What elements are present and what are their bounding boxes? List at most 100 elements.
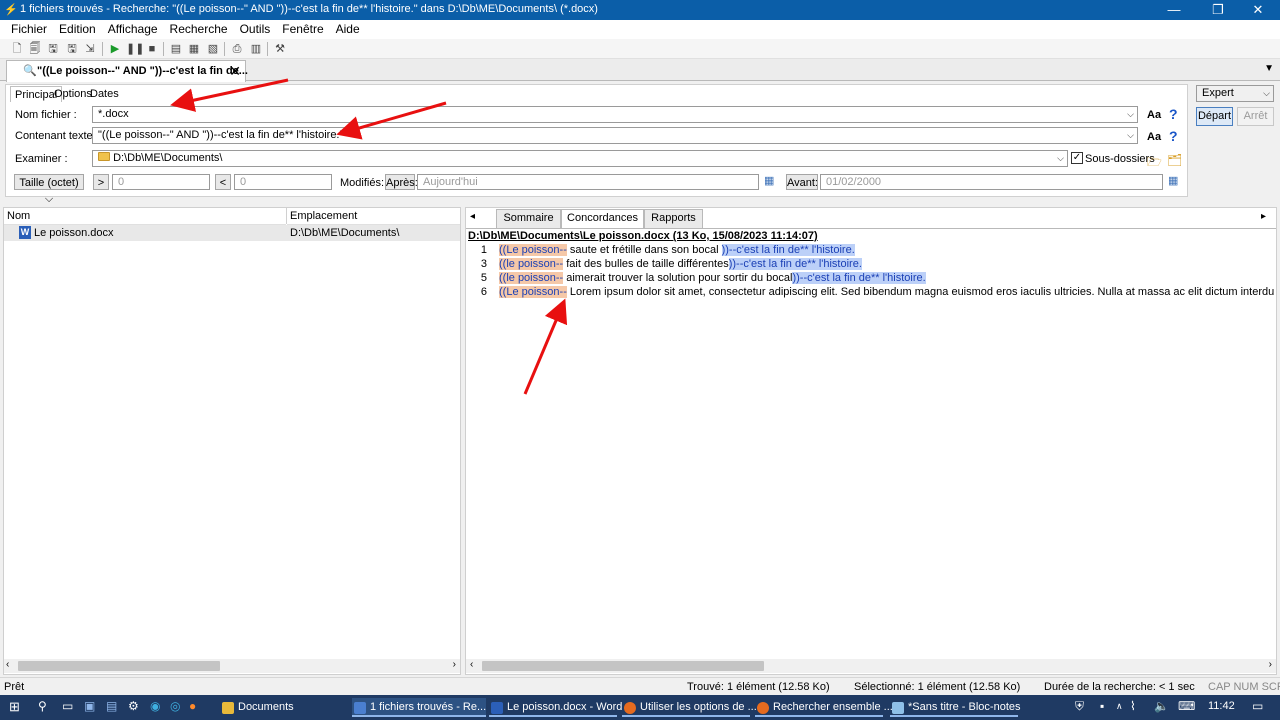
save-as-icon[interactable]: 🖫 xyxy=(45,41,61,57)
tab-list-chevron-icon[interactable]: ▼ xyxy=(1264,63,1274,74)
word-file-icon: W xyxy=(19,226,31,239)
taskbar-item-notepad[interactable]: *Sans titre - Bloc-notes xyxy=(890,698,1021,717)
preview-icon[interactable]: ▥ xyxy=(248,41,264,57)
chevron-down-icon: ⌵ xyxy=(1127,109,1134,119)
edge-icon[interactable]: ◎ xyxy=(170,699,180,713)
help-icon[interactable]: ? xyxy=(1169,128,1178,144)
export-icon[interactable]: ⇲ xyxy=(82,41,98,57)
tab-sommaire[interactable]: Sommaire xyxy=(496,209,561,228)
case-sensitive-icon[interactable]: Aa xyxy=(1147,131,1161,143)
stop-button[interactable]: Arrêt xyxy=(1237,107,1274,126)
minimize-button[interactable]: — xyxy=(1152,0,1196,20)
edge-icon[interactable]: ◉ xyxy=(150,699,160,713)
subfolders-label: Sous-dossiers xyxy=(1085,153,1155,165)
file-name-field[interactable]: *.docx ⌵ xyxy=(92,106,1138,123)
close-button[interactable]: ✕ xyxy=(1236,0,1280,20)
tab-rapports[interactable]: Rapports xyxy=(644,209,703,228)
horizontal-scrollbar[interactable]: ‹ › xyxy=(466,659,1276,673)
case-sensitive-icon[interactable]: Aa xyxy=(1147,109,1161,121)
status-ready: Prêt xyxy=(4,681,25,693)
pause-icon[interactable]: ❚❚ xyxy=(126,41,144,57)
after-date-field[interactable]: Aujourd'hui xyxy=(417,174,759,190)
tray-chevron-icon[interactable]: ∧ xyxy=(1116,701,1123,712)
maximize-button[interactable]: ❐ xyxy=(1196,0,1240,20)
clock[interactable]: 11:42 xyxy=(1208,700,1235,712)
report-icon[interactable]: ▧ xyxy=(205,41,221,57)
chevron-down-icon: ⌵ xyxy=(1263,88,1270,98)
document-tab-label: "((Le poisson--" AND "))--c'est la fin d… xyxy=(37,65,248,77)
examine-field[interactable]: D:\Db\ME\Documents\ ⌵ xyxy=(92,150,1068,167)
window-title: 1 fichiers trouvés - Recherche: "((Le po… xyxy=(20,3,598,15)
search-icon[interactable]: ⚲ xyxy=(38,699,47,713)
taskbar-item-firefox-2[interactable]: Rechercher ensemble ... xyxy=(755,698,893,717)
network-icon[interactable]: ⌇ xyxy=(1130,699,1136,713)
result-location: D:\Db\ME\Documents\ xyxy=(290,227,400,239)
document-tab[interactable]: 🔍 "((Le poisson--" AND "))--c'est la fin… xyxy=(6,60,248,82)
help-icon[interactable]: ? xyxy=(1169,106,1178,122)
task-view-icon[interactable]: ▭ xyxy=(62,699,73,713)
tabs-left-arrow-icon[interactable]: ◂ xyxy=(470,211,475,222)
size-dropdown[interactable]: Taille (octet) ⌵ xyxy=(14,174,84,205)
tabs-right-arrow-icon[interactable]: ▸ xyxy=(1261,211,1266,222)
notification-icon[interactable]: ▭ xyxy=(1252,699,1263,713)
taskbar-item-word[interactable]: Le poisson.docx - Word xyxy=(489,698,622,717)
layout1-icon[interactable]: ▤ xyxy=(168,41,184,57)
column-name-header[interactable]: Nom xyxy=(4,208,286,225)
layout2-icon[interactable]: ▦ xyxy=(186,41,202,57)
mode-dropdown[interactable]: Expert ⌵ xyxy=(1196,85,1274,102)
min-size-field[interactable]: 0 xyxy=(112,174,210,190)
folder-icon xyxy=(98,152,110,161)
less-than-button[interactable]: < xyxy=(215,174,231,190)
content-text-field[interactable]: "((Le poisson--" AND "))--c'est la fin d… xyxy=(92,127,1138,144)
settings-icon[interactable]: ⚒ xyxy=(272,41,288,57)
menu-recherche[interactable]: Recherche xyxy=(166,20,232,38)
start-icon[interactable]: ⊞ xyxy=(9,699,20,715)
stop-icon[interactable]: ■ xyxy=(144,41,160,57)
media-icon[interactable]: ▣ xyxy=(84,699,95,713)
menu-aide[interactable]: Aide xyxy=(332,20,364,38)
calendar-icon[interactable]: ▦ xyxy=(764,174,774,187)
close-tab-icon[interactable]: ✕ xyxy=(229,63,241,80)
taskbar-item-search[interactable]: 1 fichiers trouvés - Re... xyxy=(352,698,486,717)
save-icon[interactable]: 🖫 xyxy=(64,41,80,57)
tab-concordances[interactable]: Concordances xyxy=(561,209,644,229)
search-icon: 🔍 xyxy=(23,65,37,77)
before-button[interactable]: Avant: xyxy=(786,174,818,190)
taskbar-item-documents[interactable]: Documents xyxy=(220,698,348,717)
volume-icon[interactable]: 🔈 xyxy=(1154,699,1169,713)
firefox-icon[interactable]: ● xyxy=(189,699,196,713)
table-row[interactable]: W Le poisson.docx D:\Db\ME\Documents\ xyxy=(4,225,460,241)
examine-label: Examiner : xyxy=(15,153,68,165)
horizontal-scrollbar[interactable]: ‹ › xyxy=(4,659,460,673)
menu-outils[interactable]: Outils xyxy=(236,20,275,38)
print-icon[interactable]: ⎙ xyxy=(229,41,245,57)
scrollbar-thumb xyxy=(482,661,764,671)
explorer-icon[interactable]: ⚙ xyxy=(128,699,139,713)
max-size-field[interactable]: 0 xyxy=(234,174,332,190)
security-icon[interactable]: ⛨ xyxy=(1075,699,1084,714)
menu-affichage[interactable]: Affichage xyxy=(104,20,162,38)
folder-options-icon[interactable]: 🗂 xyxy=(1167,153,1182,167)
tab-dates[interactable]: Dates xyxy=(86,86,123,102)
browse-folder-icon[interactable]: 🗁 xyxy=(1147,153,1162,174)
calendar-icon[interactable]: ▦ xyxy=(1168,174,1178,187)
open-icon[interactable]: 🗐 xyxy=(27,41,43,57)
after-button[interactable]: Après: xyxy=(385,174,418,190)
title-bar: ⚡ 1 fichiers trouvés - Recherche: "((Le … xyxy=(0,0,1280,20)
app-icon[interactable]: ▤ xyxy=(106,699,117,713)
keyboard-icon[interactable]: ⌨ xyxy=(1178,699,1195,713)
column-location-header[interactable]: Emplacement xyxy=(287,208,460,225)
scrollbar-thumb xyxy=(18,661,220,671)
menu-edition[interactable]: Edition xyxy=(55,20,100,38)
menu-fichier[interactable]: Fichier xyxy=(7,20,51,38)
subfolders-checkbox[interactable]: ✓ xyxy=(1071,152,1083,164)
menu-fenetre[interactable]: Fenêtre xyxy=(278,20,327,38)
before-date-field[interactable]: 01/02/2000 xyxy=(820,174,1163,190)
greater-than-button[interactable]: > xyxy=(93,174,109,190)
concordance-header: D:\Db\ME\Documents\Le poisson.docx (13 K… xyxy=(468,230,818,242)
new-icon[interactable]: 🗋 xyxy=(9,41,25,57)
app-tray-icon[interactable]: ▪ xyxy=(1100,699,1104,713)
start-button[interactable]: Départ xyxy=(1196,107,1233,126)
play-icon[interactable]: ▶ xyxy=(107,41,123,57)
taskbar-item-firefox-1[interactable]: Utiliser les options de ... xyxy=(622,698,757,717)
